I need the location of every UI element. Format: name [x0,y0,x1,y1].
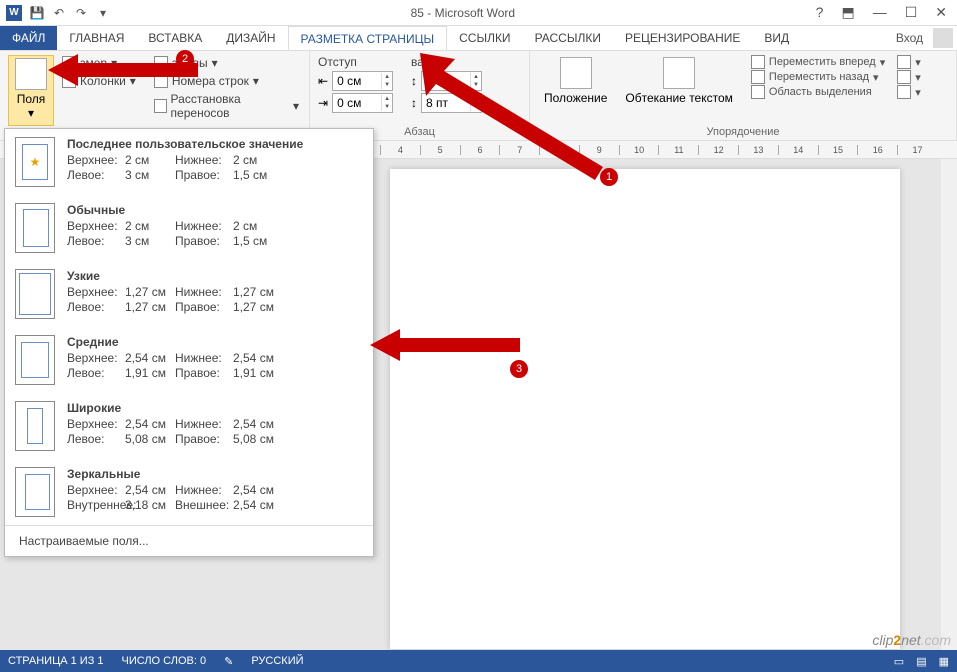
view-web-icon[interactable]: ▦ [939,655,949,668]
view-print-icon[interactable]: ▤ [916,655,926,668]
group-icon [897,70,911,84]
indent-left-value[interactable] [333,74,381,88]
annotation-badge-3: 3 [510,360,528,378]
align-button[interactable]: ▾ [897,55,921,69]
indent-right-value[interactable] [333,96,381,110]
titlebar: W 💾 ↶ ↷ ▾ 85 - Microsoft Word ? ⬒ — ☐ ✕ [0,0,957,26]
bring-forward-icon [751,55,765,69]
help-icon[interactable]: ? [816,4,824,21]
margins-preset-title: Средние [67,335,363,349]
rotate-icon [897,85,911,99]
ruler-tick: 14 [778,145,818,155]
indent-right-icon: ⇥ [318,96,328,110]
annotation-arrow-1 [420,53,610,183]
document-page[interactable] [390,169,900,649]
margins-preset-title: Узкие [67,269,363,283]
spacing-after-icon: ↕ [411,96,417,110]
margins-dropdown: Последнее пользовательское значениеВерхн… [4,128,374,557]
maximize-icon[interactable]: ☐ [905,4,918,21]
margins-preset-item[interactable]: ЗеркальныеВерхнее:2,54 смНижнее:2,54 смВ… [5,459,373,525]
indent-left-icon: ⇤ [318,74,328,88]
tab-insert[interactable]: ВСТАВКА [136,26,214,50]
tab-design[interactable]: ДИЗАЙН [214,26,287,50]
margins-label: Поля [17,92,46,106]
ruler-tick: 13 [738,145,778,155]
tab-page-layout[interactable]: РАЗМЕТКА СТРАНИЦЫ [288,26,448,50]
signin-link[interactable]: Вход [890,26,929,50]
margins-preset-title: Широкие [67,401,363,415]
vertical-scrollbar[interactable] [941,159,957,650]
hyphenation-icon [154,99,167,113]
margins-preset-item[interactable]: СредниеВерхнее:2,54 смНижнее:2,54 смЛево… [5,327,373,393]
undo-icon[interactable]: ↶ [52,6,66,20]
margins-preset-thumb [15,401,55,451]
send-backward-button[interactable]: Переместить назад ▾ [751,70,885,84]
status-page[interactable]: СТРАНИЦА 1 ИЗ 1 [8,655,104,667]
ruler-tick: 4 [380,145,420,155]
status-bar: СТРАНИЦА 1 ИЗ 1 ЧИСЛО СЛОВ: 0 ✎ РУССКИЙ … [0,650,957,672]
close-icon[interactable]: ✕ [935,4,947,21]
indent-left-spinner[interactable]: ⇤ ▲▼ [318,71,393,91]
view-read-icon[interactable]: ▭ [894,655,904,668]
hyphenation-button[interactable]: Расстановка переносов ▾ [152,91,301,121]
margins-preset-thumb [15,335,55,385]
wrap-text-icon [663,57,695,89]
redo-icon[interactable]: ↷ [74,6,88,20]
margins-preset-title: Последнее пользовательское значение [67,137,363,151]
watermark: clip2net.com [872,632,951,648]
margins-preset-thumb [15,269,55,319]
avatar-icon[interactable] [933,28,953,48]
ribbon-collapse-icon[interactable]: ⬒ [841,4,854,21]
margins-preset-item[interactable]: УзкиеВерхнее:1,27 смНижнее:1,27 смЛевое:… [5,261,373,327]
window-controls: ? ⬒ — ☐ ✕ [816,4,957,21]
rotate-button[interactable]: ▾ [897,85,921,99]
tab-home[interactable]: ГЛАВНАЯ [57,26,136,50]
spacing-before-icon: ↕ [411,74,417,88]
group-button[interactable]: ▾ [897,70,921,84]
save-icon[interactable]: 💾 [30,6,44,20]
selection-pane-icon [751,85,765,99]
margins-preset-item[interactable]: Последнее пользовательское значениеВерхн… [5,129,373,195]
ruler-tick: 11 [658,145,698,155]
margins-icon [15,58,47,90]
align-icon [897,55,911,69]
tab-references[interactable]: ССЫЛКИ [447,26,522,50]
chevron-down-icon: ▾ [28,106,34,120]
qat-more-icon[interactable]: ▾ [96,6,110,20]
indent-header: Отступ [318,55,393,69]
annotation-arrow-3 [370,325,520,365]
selection-pane-button[interactable]: Область выделения [751,85,885,99]
ruler-tick: 10 [619,145,659,155]
ruler-tick: 15 [818,145,858,155]
wrap-text-button[interactable]: Обтекание текстом [619,55,738,126]
tab-mailings[interactable]: РАССЫЛКИ [523,26,613,50]
tab-file[interactable]: ФАЙЛ [0,26,57,50]
margins-preset-thumb [15,137,55,187]
annotation-badge-2: 2 [176,50,194,68]
quick-access-toolbar: W 💾 ↶ ↷ ▾ [0,5,110,21]
send-backward-icon [751,70,765,84]
word-app-icon: W [6,5,22,21]
status-language[interactable]: РУССКИЙ [251,655,303,667]
ruler-tick: 16 [857,145,897,155]
minimize-icon[interactable]: — [873,4,887,21]
ruler-tick: 17 [897,145,937,155]
ribbon-tabs: ФАЙЛ ГЛАВНАЯ ВСТАВКА ДИЗАЙН РАЗМЕТКА СТР… [0,26,957,51]
margins-preset-item[interactable]: ОбычныеВерхнее:2 смНижнее:2 смЛевое:3 см… [5,195,373,261]
tab-review[interactable]: РЕЦЕНЗИРОВАНИЕ [613,26,752,50]
annotation-badge-1: 1 [600,168,618,186]
custom-margins-item[interactable]: Настраиваемые поля... [5,525,373,556]
margins-preset-title: Обычные [67,203,363,217]
bring-forward-button[interactable]: Переместить вперед ▾ [751,55,885,69]
margins-preset-thumb [15,203,55,253]
tab-view[interactable]: ВИД [752,26,801,50]
margins-preset-item[interactable]: ШирокиеВерхнее:2,54 смНижнее:2,54 смЛево… [5,393,373,459]
window-title: 85 - Microsoft Word [110,6,816,20]
ruler-tick: 12 [698,145,738,155]
status-proofing-icon[interactable]: ✎ [224,655,233,668]
indent-right-spinner[interactable]: ⇥ ▲▼ [318,93,393,113]
margins-preset-thumb [15,467,55,517]
margins-preset-title: Зеркальные [67,467,363,481]
status-word-count[interactable]: ЧИСЛО СЛОВ: 0 [122,655,207,667]
